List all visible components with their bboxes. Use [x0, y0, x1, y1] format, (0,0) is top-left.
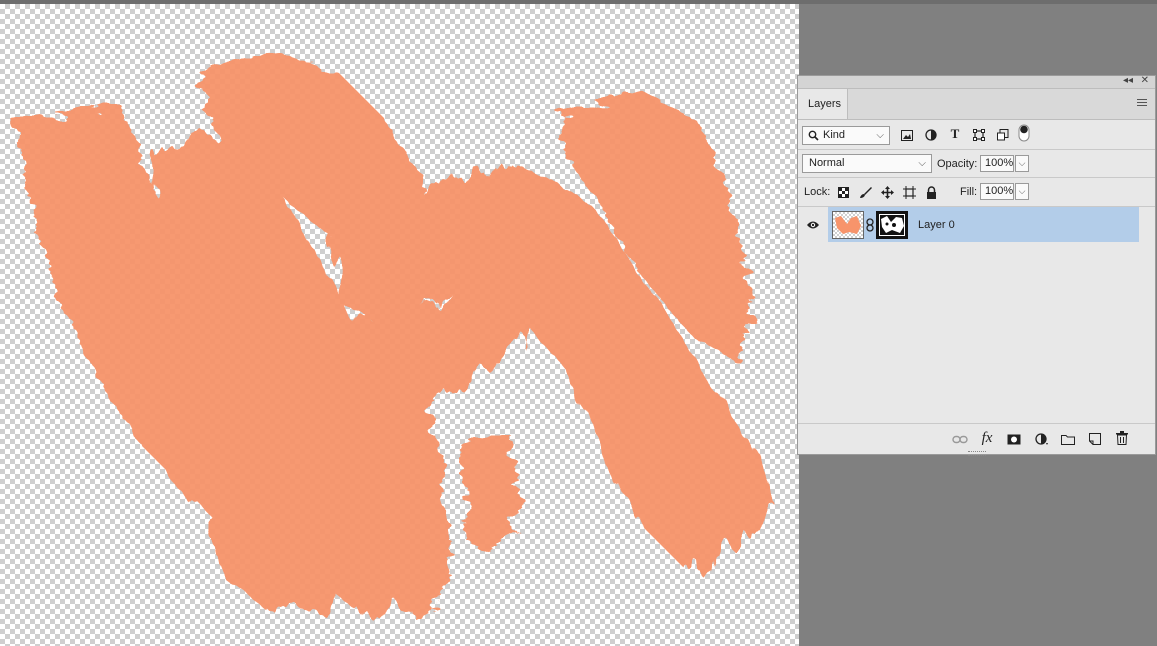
lock-artboard-icon[interactable] [901, 184, 917, 200]
filter-toggle-icon[interactable] [1016, 124, 1032, 142]
fill-label: Fill: [960, 186, 978, 198]
smart-object-filter-icon[interactable] [995, 127, 1011, 143]
chevron-down-icon: ⌵ [876, 130, 884, 141]
opacity-dropdown-button[interactable]: ⌵ [1015, 155, 1029, 172]
lock-all-icon[interactable] [923, 184, 939, 200]
layer-row[interactable]: Layer 0 [828, 207, 1139, 242]
lock-position-icon[interactable] [879, 184, 895, 200]
adjustment-filter-icon[interactable] [923, 127, 939, 143]
opacity-input[interactable]: 100% [980, 155, 1014, 172]
layers-panel: ◂◂ ✕ Layers Kind ⌵ T Normal ⌵ Opacity: 1… [797, 75, 1156, 456]
lock-image-icon[interactable] [857, 184, 873, 200]
tab-layers[interactable]: Layers [798, 89, 848, 119]
link-layers-icon[interactable] [952, 431, 968, 447]
layer-name[interactable]: Layer 0 [918, 219, 955, 231]
layer-mask-thumbnail[interactable] [876, 211, 908, 239]
blend-mode-value: Normal [809, 157, 845, 169]
lock-transparent-icon[interactable] [835, 184, 851, 200]
close-panel-button[interactable]: ✕ [1141, 75, 1149, 86]
add-mask-icon[interactable] [1006, 431, 1022, 447]
blend-row: Normal ⌵ Opacity: 100% ⌵ [798, 150, 1155, 178]
filter-kind-select[interactable]: Kind ⌵ [802, 126, 890, 145]
lock-row: Lock: Fill: 100% ⌵ [798, 178, 1155, 206]
lock-label: Lock: [804, 186, 831, 198]
adjustment-layer-icon[interactable] [1034, 431, 1050, 447]
type-filter-icon[interactable]: T [947, 126, 963, 142]
fx-label: fx [981, 429, 993, 446]
search-icon [808, 130, 819, 141]
panel-title-bar[interactable]: ◂◂ ✕ [798, 75, 1155, 89]
chevron-down-icon: ⌵ [918, 158, 926, 169]
paint-strokes-artwork [14, 49, 775, 624]
layer-thumbnail[interactable] [832, 211, 864, 239]
fill-input[interactable]: 100% [980, 183, 1014, 200]
panel-menu-icon[interactable] [1137, 99, 1147, 108]
image-filter-icon[interactable] [899, 127, 915, 143]
panel-tab-row: Layers [798, 89, 1155, 120]
layers-bottom-toolbar: fx [798, 423, 1155, 454]
fx-icon[interactable]: fx [979, 430, 995, 446]
opacity-label: Opacity: [937, 158, 978, 170]
filter-kind-value: Kind [823, 129, 846, 141]
blend-mode-select[interactable]: Normal ⌵ [802, 154, 932, 173]
trash-icon[interactable] [1114, 430, 1130, 446]
filter-row: Kind ⌵ T [798, 120, 1155, 150]
collapse-panel-button[interactable]: ◂◂ [1123, 75, 1133, 86]
eye-visibility-icon[interactable] [805, 217, 821, 233]
new-group-icon[interactable] [1060, 431, 1076, 447]
shape-filter-icon[interactable] [971, 127, 987, 143]
document-canvas[interactable] [0, 4, 799, 646]
mask-link-icon[interactable] [865, 217, 875, 233]
new-layer-icon[interactable] [1087, 431, 1103, 447]
fill-dropdown-button[interactable]: ⌵ [1015, 183, 1029, 200]
panel-resize-grip[interactable] [968, 451, 986, 456]
